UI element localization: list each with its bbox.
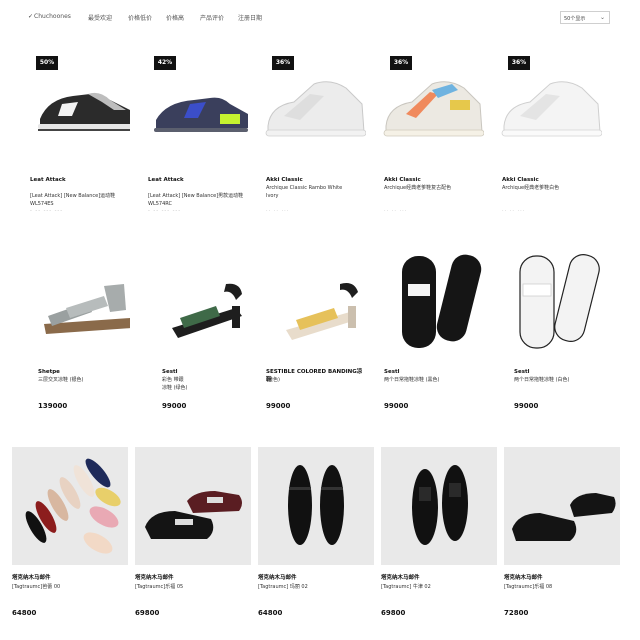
sort-option-reviews[interactable]: 产品评价 (200, 13, 224, 22)
product-brand: Leat Attack (30, 177, 66, 183)
product-image[interactable]: 36% (490, 44, 602, 164)
product-brand: 塔克纳木马邮件 (504, 575, 543, 581)
product-brand: Akki Classic (502, 177, 539, 183)
sort-option-recommended[interactable]: ✓Chuchoones (28, 13, 71, 20)
product-image[interactable]: 36% (372, 44, 484, 164)
sort-option-date[interactable]: 注册日期 (238, 13, 262, 22)
product-description: (黄色) (266, 377, 280, 383)
product-price: ·· ·· ··· (384, 208, 408, 214)
product-image[interactable] (258, 447, 374, 565)
product-image[interactable] (18, 244, 130, 354)
product-brand: Akki Classic (266, 177, 303, 183)
product-brand: 塔克纳木马邮件 (381, 575, 420, 581)
product-brand: 塔克纳木马邮件 (258, 575, 297, 581)
product-description: 两个日常拖鞋凉鞋 (白色) (514, 377, 570, 383)
discount-badge: 36% (272, 56, 294, 70)
sort-option-popular[interactable]: 最受欢迎 (88, 13, 112, 22)
product-brand: Shetpe (38, 369, 60, 375)
display-count-select[interactable]: 50个显示 ⌄ (560, 11, 610, 24)
product-price: 99000 (514, 402, 539, 410)
product-price: 99000 (162, 402, 187, 410)
discount-badge: 50% (36, 56, 58, 70)
product-image[interactable] (254, 244, 366, 354)
product-image[interactable] (136, 244, 248, 354)
product-brand: Akki Classic (384, 177, 421, 183)
product-image[interactable] (135, 447, 251, 565)
product-brand: Sestl (384, 369, 400, 375)
product-image[interactable] (381, 447, 497, 565)
product-description: Archique Classic Rambo White Ivory (266, 185, 343, 199)
product-brand: 塔克纳木马邮件 (135, 575, 174, 581)
product-description: 三层交叉凉鞋 (银色) (38, 377, 84, 383)
product-description: [Tagtraumc] 玛丽 02 (258, 584, 308, 590)
product-description: [Tagtraumc]乐福 08 (504, 584, 553, 590)
sort-option-price-low[interactable]: 价格低价 (128, 13, 152, 22)
product-description: Archique经典老爹鞋复古配色 (384, 185, 452, 191)
sort-bar: ✓Chuchoones 最受欢迎 价格低价 价格高 产品评价 注册日期 50个显… (28, 11, 618, 27)
product-image[interactable] (12, 447, 128, 565)
product-image[interactable]: 36% (254, 44, 366, 164)
product-image[interactable]: 50% (18, 44, 130, 164)
product-description: 彩色 带跟 凉鞋 (绿色) (162, 377, 188, 391)
product-brand: Leat Attack (148, 177, 184, 183)
product-price: 64800 (258, 609, 283, 617)
product-price: ·· ·· ··· (502, 208, 526, 214)
discount-badge: 36% (508, 56, 530, 70)
product-image[interactable]: 42% (136, 44, 248, 164)
product-price: 64800 (12, 609, 37, 617)
chevron-down-icon: ⌄ (599, 14, 605, 21)
product-price: 139000 (38, 402, 68, 410)
product-description: [Tagtraumc]芭蕾 00 (12, 584, 61, 590)
product-price: 72800 (504, 609, 529, 617)
product-image[interactable] (372, 244, 484, 354)
product-brand: 塔克纳木马邮件 (12, 575, 51, 581)
product-price: - -- --- --- (148, 208, 182, 214)
product-price: 99000 (266, 402, 291, 410)
product-description: [Leat Attack] [New Balance]男款运动鞋 WL574RC (148, 193, 244, 207)
product-price: 69800 (135, 609, 160, 617)
product-brand: Sestl (162, 369, 178, 375)
product-price: 69800 (381, 609, 406, 617)
discount-badge: 36% (390, 56, 412, 70)
product-price: - -- --- --- (30, 208, 64, 214)
checkmark-icon: ✓ (28, 13, 34, 20)
product-brand: Sestl (514, 369, 530, 375)
product-image[interactable] (490, 244, 602, 354)
product-price: ·· ·· ··· (266, 208, 290, 214)
product-description: Archique经典老爹鞋白色 (502, 185, 560, 191)
product-description: [Leat Attack] [New Balance]运动鞋 WL574ES (30, 193, 116, 207)
product-description: [Tagtraumc] 牛津 02 (381, 584, 431, 590)
sort-option-price-high[interactable]: 价格高 (166, 13, 184, 22)
discount-badge: 42% (154, 56, 176, 70)
product-image[interactable] (504, 447, 620, 565)
product-price: 99000 (384, 402, 409, 410)
product-description: 两个日常拖鞋凉鞋 (黑色) (384, 377, 440, 383)
product-description: [Tagtraumc]乐福 05 (135, 584, 184, 590)
